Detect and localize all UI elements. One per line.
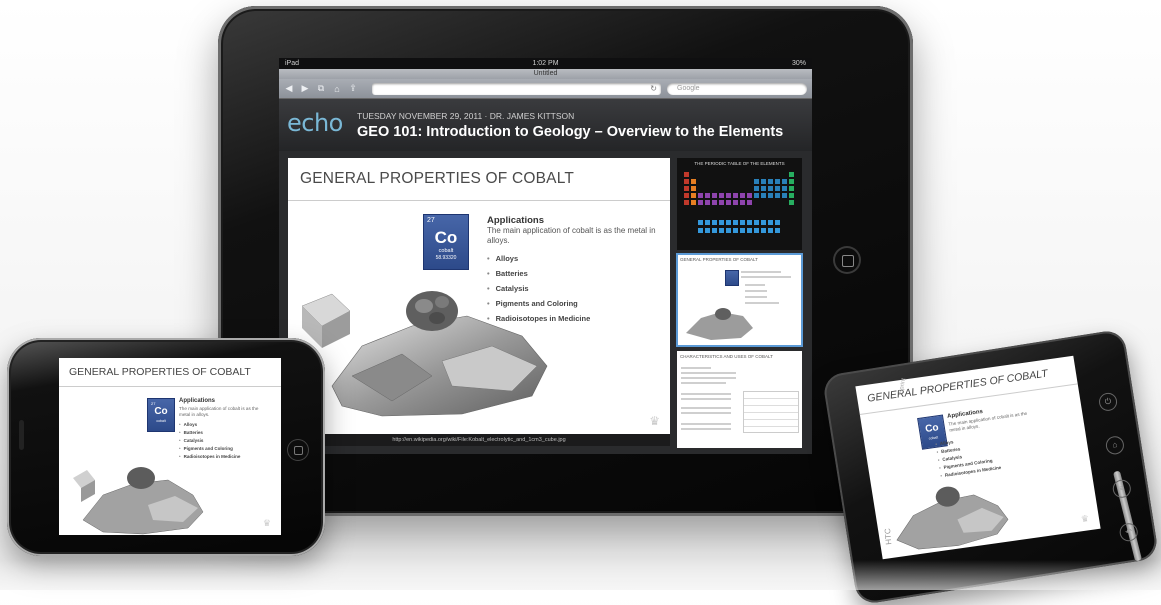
crown-watermark-icon: ♛ bbox=[262, 518, 271, 528]
text-line bbox=[681, 367, 711, 369]
ipod-home-button[interactable] bbox=[287, 439, 309, 461]
element-symbol: Co bbox=[434, 228, 458, 247]
browser-title: Untitled bbox=[279, 69, 812, 79]
htc-brand-label: HTC bbox=[883, 527, 894, 546]
ipod-speaker bbox=[19, 420, 24, 450]
element-name: cobalt bbox=[438, 248, 454, 254]
applications-description: The main application of cobalt is as the… bbox=[487, 226, 656, 245]
applications-heading: Applications bbox=[487, 215, 545, 226]
crown-watermark-icon: ♛ bbox=[649, 414, 660, 428]
slide-thumbnail-list: THE PERIODIC TABLE OF THE ELEMENTS GENER… bbox=[676, 158, 803, 448]
applications-description: The main application of cobalt is as the… bbox=[179, 406, 259, 417]
lecture-title: GEO 101: Introduction to Geology – Overv… bbox=[357, 124, 784, 140]
slide-title: GENERAL PROPERTIES OF COBALT bbox=[300, 170, 575, 187]
text-line bbox=[681, 382, 726, 384]
list-item: Catalysis bbox=[179, 438, 240, 446]
bookmarks-icon[interactable]: ⌂ bbox=[332, 84, 342, 94]
menu-icon[interactable]: ≡ bbox=[1111, 478, 1133, 500]
image-source-url: http://en.wikipedia.org/wiki/File:Kobalt… bbox=[288, 434, 670, 446]
ipod-screen: GENERAL PROPERTIES OF COBALT 27 Co cobal… bbox=[59, 358, 281, 535]
echo-header: echo TUESDAY NOVEMBER 29, 2011 · DR. JAM… bbox=[279, 99, 812, 151]
applications-heading: Applications bbox=[179, 398, 216, 404]
text-line bbox=[681, 423, 731, 425]
list-item: Alloys bbox=[179, 422, 240, 430]
text-line bbox=[745, 284, 765, 286]
reload-icon[interactable]: ↻ bbox=[650, 83, 657, 95]
search-input[interactable]: Google bbox=[667, 82, 807, 95]
slide-title: GENERAL PROPERTIES OF COBALT bbox=[69, 366, 251, 378]
text-line bbox=[745, 290, 767, 292]
ipad-screen: iPad 1:02 PM 30% Untitled ◀ ▶ ⧉ ⌂ ⇪ ↻ Go… bbox=[279, 58, 812, 454]
status-bar: iPad 1:02 PM 30% bbox=[279, 58, 812, 69]
slide-divider bbox=[59, 386, 281, 387]
cobalt-photo bbox=[73, 467, 204, 535]
status-time: 1:02 PM bbox=[532, 60, 559, 67]
thumbnail-cobalt-properties[interactable]: GENERAL PROPERTIES OF COBALT bbox=[676, 253, 803, 347]
element-tile-mini bbox=[725, 270, 739, 286]
text-line bbox=[681, 372, 736, 374]
element-name: cobalt bbox=[156, 419, 166, 423]
echo-logo: echo bbox=[287, 109, 343, 137]
thumbnail-title: CHARACTERISTICS AND USES OF COBALT bbox=[680, 354, 773, 359]
ipad-home-button[interactable] bbox=[833, 246, 861, 274]
cobalt-photo-mini bbox=[686, 308, 753, 340]
text-line bbox=[681, 407, 731, 409]
text-line bbox=[681, 398, 731, 400]
power-icon[interactable]: ⏻ bbox=[1097, 391, 1119, 413]
element-symbol: Co bbox=[924, 422, 940, 435]
thumbnail-periodic-table[interactable]: THE PERIODIC TABLE OF THE ELEMENTS bbox=[677, 158, 802, 250]
crown-watermark-icon: ♛ bbox=[1080, 513, 1090, 525]
element-tile: 27 Co cobalt 58.93320 bbox=[423, 214, 469, 270]
forward-icon[interactable]: ▶ bbox=[300, 83, 310, 94]
browser-toolbar: ◀ ▶ ⧉ ⌂ ⇪ ↻ Google bbox=[279, 79, 812, 99]
thumbnail-title: GENERAL PROPERTIES OF COBALT bbox=[680, 257, 758, 262]
text-line bbox=[681, 412, 731, 414]
element-number: 27 bbox=[427, 217, 435, 224]
address-bar[interactable]: ↻ bbox=[372, 82, 661, 95]
element-symbol: Co bbox=[154, 406, 168, 417]
element-tile: 27 Co cobalt bbox=[147, 398, 175, 432]
text-line bbox=[681, 377, 736, 379]
text-line bbox=[741, 276, 791, 278]
tabs-icon[interactable]: ⧉ bbox=[316, 83, 326, 94]
thumbnail-title: THE PERIODIC TABLE OF THE ELEMENTS bbox=[694, 161, 785, 166]
battery-level: 30% bbox=[791, 60, 806, 67]
lecture-date: TUESDAY NOVEMBER 29, 2011 · DR. JAMES KI… bbox=[357, 111, 575, 121]
share-icon[interactable]: ⇪ bbox=[348, 83, 358, 94]
back-icon[interactable]: ◀ bbox=[284, 83, 294, 94]
list-item: Batteries bbox=[179, 430, 240, 438]
data-table-mini bbox=[743, 391, 799, 433]
text-line bbox=[741, 271, 781, 273]
periodic-table-graphic bbox=[684, 172, 794, 233]
thumbnail-cobalt-characteristics[interactable]: CHARACTERISTICS AND USES OF COBALT bbox=[677, 351, 802, 448]
element-weight: 58.93320 bbox=[435, 255, 457, 261]
cobalt-photo bbox=[301, 291, 548, 417]
main-slide[interactable]: GENERAL PROPERTIES OF COBALT 27 Co cobal… bbox=[288, 158, 670, 434]
slide-divider bbox=[288, 200, 670, 201]
text-line bbox=[681, 393, 731, 395]
text-line bbox=[681, 428, 731, 430]
floor-reflection bbox=[0, 560, 1161, 590]
back-icon[interactable]: ↶ bbox=[1118, 521, 1139, 543]
home-icon[interactable]: ⌂ bbox=[1104, 435, 1126, 456]
device-name: iPad bbox=[285, 60, 300, 67]
